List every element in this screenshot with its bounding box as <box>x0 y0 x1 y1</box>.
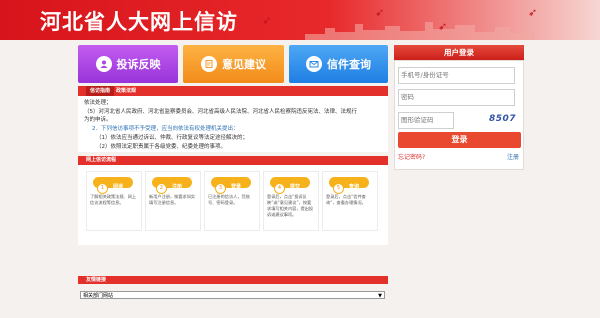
flow-section-title: 网上信访流程 <box>86 157 117 163</box>
skyline-decoration <box>305 22 535 40</box>
step-pill: 4 提交 <box>270 177 310 194</box>
step-description: 新用户注册，按要求如实填写注册信息。 <box>149 194 196 205</box>
links-section-header: 友情链接 <box>78 276 388 284</box>
flow-step: 4 提交 登录后，点击“投诉反映”或“意见建议”，按要求填写相关内容，提出投诉或… <box>263 171 319 231</box>
step-pill: 1 阅读 <box>93 177 133 194</box>
flow-step: 2 注册 新用户注册，按要求如实填写注册信息。 <box>145 171 201 231</box>
tab-guide[interactable]: 信访指南 <box>86 86 115 96</box>
chevron-down-icon: ▼ <box>378 293 382 299</box>
site-header: 河北省人大网上信访 ➶ ➶ ➶ ➶ <box>0 0 600 40</box>
mail-search-icon <box>306 56 322 72</box>
step-number: 2 <box>156 183 167 194</box>
step-number: 5 <box>333 183 344 194</box>
clipboard-pen-icon <box>201 56 217 72</box>
step-description: 登录后，点击“投诉反映”或“意见建议”，按要求填写相关内容，提出投诉或建议事项。 <box>267 194 314 217</box>
password-input[interactable] <box>398 89 515 106</box>
guide-line: 2．下列信访事项不予受理，应当向依法有权处理机关提出： <box>92 126 239 132</box>
site-title: 河北省人大网上信访 <box>40 10 238 34</box>
document-user-icon <box>95 56 112 72</box>
complaint-tile[interactable]: 投诉反映 <box>78 45 178 83</box>
guide-tabs: 信访指南 政策法规 <box>78 86 388 96</box>
related-sites-select[interactable]: 相关部门网站 ▼ <box>80 291 385 299</box>
step-label: 注册 <box>172 184 183 190</box>
guide-line: （5）对河北省人民政府、河北省监察委员会、河北省高级人民法院、河北省人民检察院违… <box>84 109 358 115</box>
step-description: 了解相关政策法规、网上信访流程等信息。 <box>90 194 137 205</box>
step-number: 1 <box>97 183 108 194</box>
bird-icon: ➶ <box>375 6 385 19</box>
links-section-title: 友情链接 <box>86 277 107 283</box>
step-pill: 3 登录 <box>211 177 251 194</box>
suggestion-tile-label: 意见建议 <box>222 58 266 71</box>
bird-icon: ➶ <box>438 20 448 33</box>
login-header: 用户登录 <box>394 45 524 60</box>
forgot-password-link[interactable]: 忘记密码? <box>398 152 425 161</box>
suggestion-tile[interactable]: 意见建议 <box>183 45 284 83</box>
flow-step: 3 登录 已注册的信访人，凭账号、密码登录。 <box>204 171 260 231</box>
guide-line: 为的申诉。 <box>84 117 112 123</box>
related-sites-value: 相关部门网站 <box>83 293 114 299</box>
letter-query-tile-label: 信件查询 <box>327 58 371 71</box>
bird-icon: ➶ <box>528 6 538 19</box>
flow-section-header: 网上信访流程 <box>78 156 388 165</box>
guide-line: （2）依照法定职责属于各级党委、纪委处理的事项。 <box>96 144 227 150</box>
step-pill: 5 查询 <box>329 177 369 194</box>
step-number: 3 <box>215 183 226 194</box>
step-description: 已注册的信访人，凭账号、密码登录。 <box>208 194 250 205</box>
tab-policy[interactable]: 政策法规 <box>116 86 136 96</box>
complaint-tile-label: 投诉反映 <box>116 58 161 71</box>
guide-line: 依法处理； <box>84 100 112 106</box>
bird-icon: ➶ <box>262 14 272 27</box>
step-number: 4 <box>274 183 285 194</box>
step-description: 登录后，点击“信件查询”，查看办理情况。 <box>326 194 366 205</box>
step-label: 提交 <box>290 184 301 190</box>
flow-steps: 1 阅读 了解相关政策法规、网上信访流程等信息。 2 注册 新用户注册，按要求如… <box>78 165 388 245</box>
flow-step: 1 阅读 了解相关政策法规、网上信访流程等信息。 <box>86 171 142 231</box>
login-button[interactable]: 登录 <box>398 132 521 148</box>
captcha-input[interactable] <box>398 112 454 129</box>
step-pill: 2 注册 <box>152 177 192 194</box>
step-label: 登录 <box>231 184 242 190</box>
account-input[interactable] <box>398 67 515 84</box>
letter-query-tile[interactable]: 信件查询 <box>289 45 388 83</box>
guide-line: （1）依法应当通过诉讼、仲裁、行政复议等法定途径解决的； <box>96 135 249 141</box>
captcha-image[interactable]: 8507 <box>489 114 516 124</box>
flow-step: 5 查询 登录后，点击“信件查询”，查看办理情况。 <box>322 171 378 231</box>
guide-content: 依法处理； （5）对河北省人民政府、河北省监察委员会、河北省高级人民法院、河北省… <box>78 96 388 152</box>
register-link[interactable]: 注册 <box>507 152 519 161</box>
step-label: 阅读 <box>113 184 124 190</box>
step-label: 查询 <box>349 184 360 190</box>
